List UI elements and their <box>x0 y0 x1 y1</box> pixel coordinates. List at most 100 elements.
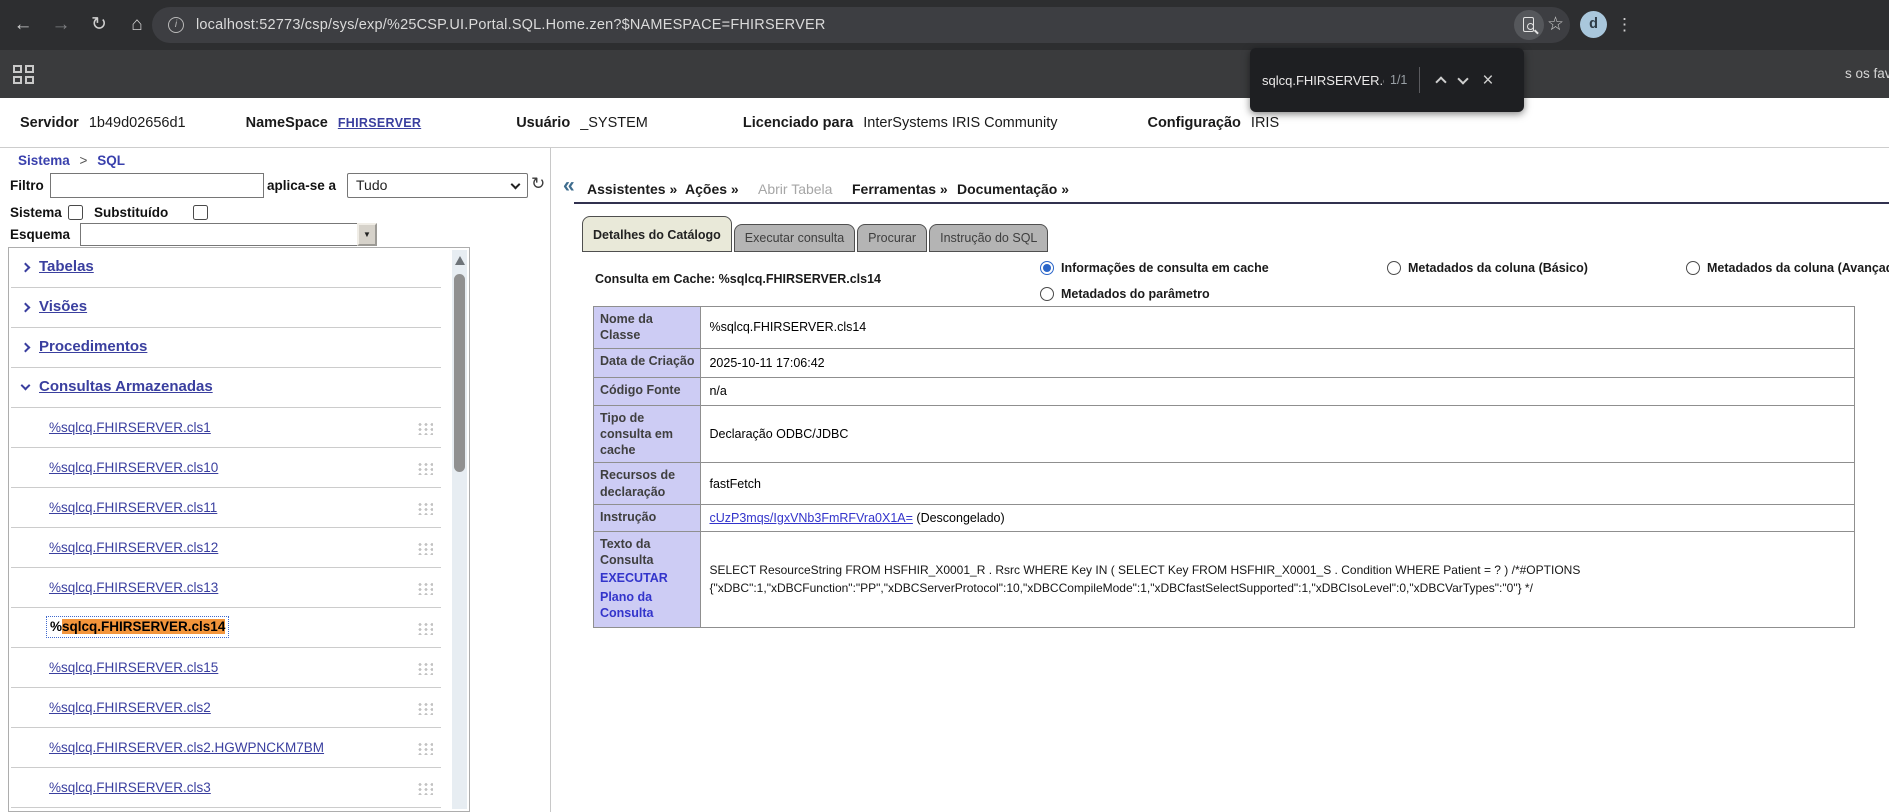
schema-combo-input[interactable] <box>80 223 358 246</box>
find-query-input[interactable]: sqlcq.FHIRSERVER.cls14 <box>1262 73 1384 88</box>
forward-icon[interactable]: → <box>46 0 76 50</box>
all-bookmarks-label[interactable]: s os favoritos <box>1845 50 1889 98</box>
drag-handle-icon[interactable] <box>417 702 433 715</box>
chevron-down-icon[interactable] <box>21 381 31 391</box>
radio-column-basic-label[interactable]: Metadados da coluna (Básico) <box>1408 261 1588 275</box>
apps-grid-icon[interactable] <box>13 65 34 84</box>
statement-hash-link[interactable]: cUzP3mqs/IgxVNb3FmRFVra0X1A= <box>709 511 912 525</box>
tree-item-cls15[interactable]: %sqlcq.FHIRSERVER.cls15 <box>11 648 441 688</box>
menu-actions[interactable]: Ações » <box>685 181 739 197</box>
class-name-label: Nome da Classe <box>594 307 701 349</box>
address-bar[interactable]: i localhost:52773/csp/sys/exp/%25CSP.UI.… <box>152 7 1570 43</box>
chevron-right-icon[interactable] <box>21 343 31 353</box>
tree-item-cls2[interactable]: %sqlcq.FHIRSERVER.cls2 <box>11 688 441 728</box>
radio-parameter[interactable] <box>1040 287 1054 301</box>
system-checkbox-label: Sistema <box>10 205 62 220</box>
menu-documentation[interactable]: Documentação » <box>957 181 1069 197</box>
chevron-right-icon[interactable] <box>21 303 31 313</box>
substituted-checkbox-label: Substituído <box>94 205 168 220</box>
find-bar[interactable]: sqlcq.FHIRSERVER.cls14 1/1 × <box>1250 48 1524 112</box>
radio-cache-info-label[interactable]: Informações de consulta em cache <box>1061 261 1269 275</box>
breadcrumb-system-link[interactable]: Sistema <box>18 153 70 168</box>
tree-item-cls10[interactable]: %sqlcq.FHIRSERVER.cls10 <box>11 448 441 488</box>
home-icon[interactable]: ⌂ <box>122 0 152 50</box>
namespace-label: NameSpace <box>246 115 328 131</box>
portal-header: Servidor 1b49d02656d1 NameSpace FHIRSERV… <box>0 98 1889 148</box>
sql-text-line1: SELECT ResourceString FROM HSFHIR_X0001_… <box>709 561 1846 579</box>
bookmark-star-icon[interactable]: ☆ <box>1547 0 1564 50</box>
breadcrumb-sql: SQL <box>97 153 125 168</box>
query-type-value: Declaração ODBC/JDBC <box>701 405 1855 463</box>
find-close-icon[interactable]: × <box>1482 71 1493 90</box>
user-label: Usuário <box>516 115 570 131</box>
radio-cache-info[interactable] <box>1040 261 1054 275</box>
substituted-checkbox[interactable] <box>193 205 208 220</box>
drag-handle-icon[interactable] <box>417 462 433 475</box>
drag-handle-icon[interactable] <box>417 542 433 555</box>
tab-catalog-details[interactable]: Detalhes do Catálogo <box>582 216 732 252</box>
drag-handle-icon[interactable] <box>417 622 433 635</box>
table-row: Texto da Consulta EXECUTAR Plano da Cons… <box>594 531 1855 627</box>
tree-item-procedures[interactable]: Procedimentos <box>11 328 441 368</box>
drag-handle-icon[interactable] <box>417 662 433 675</box>
drag-handle-icon[interactable] <box>417 422 433 435</box>
tree-item-views[interactable]: Visões <box>11 288 441 328</box>
collapse-panel-icon[interactable]: « <box>563 174 575 198</box>
drag-handle-icon[interactable] <box>417 502 433 515</box>
create-date-label: Data de Criação <box>594 348 701 377</box>
tree-item-cached-queries[interactable]: Consultas Armazenadas <box>11 368 441 408</box>
tree-item-cls1[interactable]: %sqlcq.FHIRSERVER.cls1 <box>11 408 441 448</box>
tree-scrollbar[interactable] <box>452 250 467 809</box>
find-in-page-icon[interactable] <box>1514 10 1544 40</box>
menu-open-table: Abrir Tabela <box>758 181 832 197</box>
refresh-icon[interactable]: ↻ <box>531 174 545 194</box>
radio-column-basic[interactable] <box>1387 261 1401 275</box>
tab-sql-statement[interactable]: Instrução do SQL <box>929 224 1048 252</box>
profile-avatar[interactable]: d <box>1580 11 1607 38</box>
tree-item-tables[interactable]: Tabelas <box>11 248 441 288</box>
tree-item-cls13[interactable]: %sqlcq.FHIRSERVER.cls13 <box>11 568 441 608</box>
user-value: _SYSTEM <box>580 115 648 131</box>
selected-tree-item[interactable]: %sqlcq.FHIRSERVER.cls14 <box>47 617 228 637</box>
browser-menu-icon[interactable]: ⋮ <box>1616 0 1633 50</box>
filter-input[interactable] <box>50 173 264 198</box>
radio-parameter-label[interactable]: Metadados do parâmetro <box>1061 287 1210 301</box>
url-text[interactable]: localhost:52773/csp/sys/exp/%25CSP.UI.Po… <box>196 17 1570 33</box>
create-date-value: 2025-10-11 17:06:42 <box>701 348 1855 377</box>
system-checkbox[interactable] <box>68 205 83 220</box>
tree-item-cls14-selected[interactable]: %sqlcq.FHIRSERVER.cls14 <box>11 608 441 648</box>
drag-handle-icon[interactable] <box>417 742 433 755</box>
applies-to-select[interactable]: Tudo <box>347 173 528 198</box>
back-icon[interactable]: ← <box>8 0 38 50</box>
reload-icon[interactable]: ↻ <box>84 0 114 50</box>
scroll-up-arrow[interactable] <box>455 256 465 265</box>
drag-handle-icon[interactable] <box>417 782 433 795</box>
drag-handle-icon[interactable] <box>417 582 433 595</box>
schema-dropdown-button[interactable]: ▼ <box>357 223 377 246</box>
statement-label: Instrução <box>594 504 701 531</box>
query-plan-link[interactable]: Plano da Consulta <box>600 589 694 622</box>
execute-link[interactable]: EXECUTAR <box>600 570 694 586</box>
menu-rule <box>574 202 1889 204</box>
tree-item-cls12[interactable]: %sqlcq.FHIRSERVER.cls12 <box>11 528 441 568</box>
menu-assistants[interactable]: Assistentes » <box>587 181 677 197</box>
find-next-icon[interactable] <box>1458 73 1469 84</box>
chevron-right-icon[interactable] <box>21 263 31 273</box>
licensed-value: InterSystems IRIS Community <box>863 115 1057 131</box>
radio-column-advanced[interactable] <box>1686 261 1700 275</box>
tree-item-cls2-hgw[interactable]: %sqlcq.FHIRSERVER.cls2.HGWPNCKM7BM <box>11 728 441 768</box>
find-previous-icon[interactable] <box>1436 76 1447 87</box>
tree-item-cls11[interactable]: %sqlcq.FHIRSERVER.cls11 <box>11 488 441 528</box>
scrollbar-thumb[interactable] <box>454 274 465 472</box>
applies-to-label: aplica-se a <box>267 178 336 193</box>
licensed-label: Licenciado para <box>743 115 853 131</box>
menu-tools[interactable]: Ferramentas » <box>852 181 948 197</box>
features-label: Recursos de declaração <box>594 463 701 505</box>
tab-execute-query[interactable]: Executar consulta <box>734 224 855 252</box>
page-info-icon[interactable]: i <box>168 17 184 33</box>
radio-column-advanced-label[interactable]: Metadados da coluna (Avançado) <box>1707 261 1889 275</box>
tree-item-cls3[interactable]: %sqlcq.FHIRSERVER.cls3 <box>11 768 441 808</box>
catalog-details-table: Nome da Classe %sqlcq.FHIRSERVER.cls14 D… <box>593 306 1855 628</box>
tab-browse[interactable]: Procurar <box>857 224 927 252</box>
namespace-link[interactable]: FHIRSERVER <box>338 116 421 130</box>
